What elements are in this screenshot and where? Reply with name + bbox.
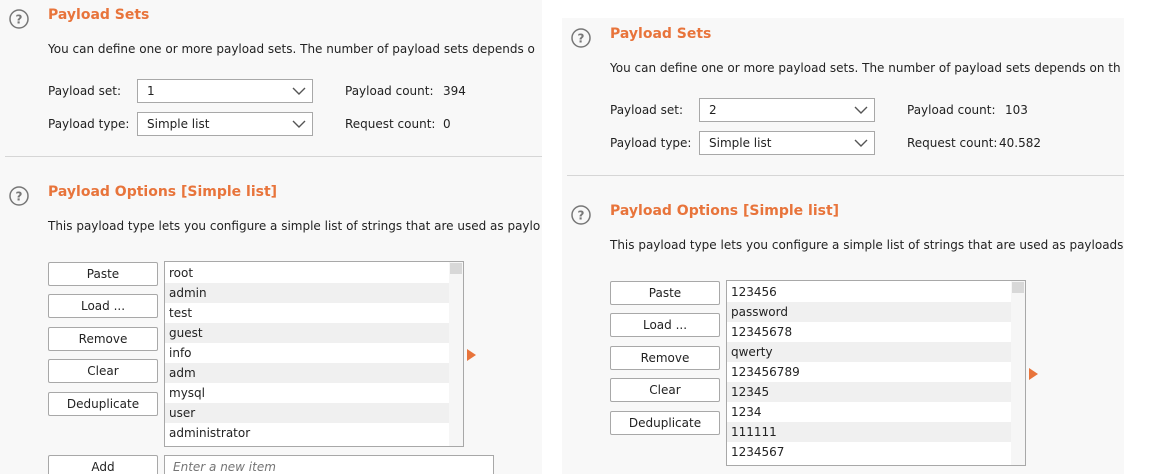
payload-count-value: 394: [443, 84, 466, 98]
payload-list[interactable]: 123456 password 12345678 qwerty 12345678…: [726, 280, 1026, 466]
payload-sets-title: Payload Sets: [610, 26, 712, 42]
left-panel: ? Payload Sets You can define one or mor…: [0, 0, 542, 474]
payload-set-label: Payload set:: [610, 103, 683, 117]
payload-type-value: Simple list: [709, 136, 772, 150]
payload-sets-description: You can define one or more payload sets.…: [610, 61, 1121, 75]
scrollbar-thumb[interactable]: [450, 263, 462, 274]
list-item[interactable]: password: [727, 302, 1012, 322]
help-icon[interactable]: ?: [571, 28, 591, 48]
list-item[interactable]: admin: [165, 283, 450, 303]
payload-options-title: Payload Options [Simple list]: [48, 184, 278, 200]
list-item[interactable]: 111111: [727, 422, 1012, 442]
arrow-right-icon: [1029, 368, 1038, 380]
svg-text:?: ?: [578, 32, 585, 46]
list-scrollbar[interactable]: [1011, 281, 1025, 465]
list-item[interactable]: info: [165, 343, 450, 363]
load-button[interactable]: Load ...: [610, 313, 720, 337]
list-item[interactable]: 12345: [727, 382, 1012, 402]
payload-type-select[interactable]: Simple list: [137, 112, 313, 136]
payload-type-label: Payload type:: [48, 117, 130, 131]
right-panel: ? Payload Sets You can define one or mor…: [562, 18, 1124, 474]
payload-sets-description: You can define one or more payload sets.…: [48, 42, 535, 56]
add-button[interactable]: Add: [48, 455, 158, 474]
list-item[interactable]: 123456789: [727, 362, 1012, 382]
payload-options-title: Payload Options [Simple list]: [610, 203, 840, 219]
list-item[interactable]: administrator: [165, 423, 450, 443]
list-item[interactable]: guest: [165, 323, 450, 343]
payload-set-value: 2: [709, 103, 717, 117]
clear-button[interactable]: Clear: [610, 378, 720, 402]
payload-count-value: 103: [1005, 103, 1028, 117]
load-button[interactable]: Load ...: [48, 294, 158, 318]
chevron-down-icon: [854, 139, 868, 147]
request-count-label: Request count:: [907, 136, 998, 150]
payload-type-select[interactable]: Simple list: [699, 131, 875, 155]
deduplicate-button[interactable]: Deduplicate: [48, 392, 158, 416]
svg-text:?: ?: [16, 190, 23, 204]
list-item[interactable]: root: [165, 263, 450, 283]
request-count-value: 0: [443, 117, 451, 131]
remove-button[interactable]: Remove: [48, 327, 158, 351]
paste-button[interactable]: Paste: [610, 281, 720, 305]
request-count-value: 40.582: [999, 136, 1041, 150]
request-count-label: Request count:: [345, 117, 436, 131]
chevron-down-icon: [854, 106, 868, 114]
section-divider: [5, 156, 542, 157]
svg-text:?: ?: [16, 13, 23, 27]
chevron-down-icon: [292, 120, 306, 128]
paste-button[interactable]: Paste: [48, 262, 158, 286]
payload-type-value: Simple list: [147, 117, 210, 131]
payload-options-description: This payload type lets you configure a s…: [48, 219, 541, 233]
list-item[interactable]: test: [165, 303, 450, 323]
new-item-input[interactable]: [164, 455, 494, 474]
remove-button[interactable]: Remove: [610, 346, 720, 370]
payload-set-select[interactable]: 2: [699, 98, 875, 122]
payload-list[interactable]: root admin test guest info adm mysql use…: [164, 261, 464, 447]
payload-type-label: Payload type:: [610, 136, 692, 150]
scrollbar-thumb[interactable]: [1012, 282, 1024, 293]
list-item[interactable]: qwerty: [727, 342, 1012, 362]
clear-button[interactable]: Clear: [48, 359, 158, 383]
payload-set-value: 1: [147, 84, 155, 98]
chevron-down-icon: [292, 87, 306, 95]
arrow-right-icon: [467, 349, 476, 361]
svg-text:?: ?: [578, 209, 585, 223]
deduplicate-button[interactable]: Deduplicate: [610, 411, 720, 435]
payload-set-select[interactable]: 1: [137, 79, 313, 103]
payload-sets-title: Payload Sets: [48, 7, 150, 23]
section-divider: [567, 175, 1124, 176]
list-item[interactable]: 1234567: [727, 442, 1012, 462]
help-icon[interactable]: ?: [9, 9, 29, 29]
list-item[interactable]: user: [165, 403, 450, 423]
list-item[interactable]: adm: [165, 363, 450, 383]
list-item[interactable]: 123456: [727, 282, 1012, 302]
list-item[interactable]: mysql: [165, 383, 450, 403]
payload-count-label: Payload count:: [907, 103, 996, 117]
help-icon[interactable]: ?: [9, 186, 29, 206]
help-icon[interactable]: ?: [571, 205, 591, 225]
payload-count-label: Payload count:: [345, 84, 434, 98]
list-scrollbar[interactable]: [449, 262, 463, 446]
payload-set-label: Payload set:: [48, 84, 121, 98]
list-item[interactable]: 1234: [727, 402, 1012, 422]
list-item[interactable]: 12345678: [727, 322, 1012, 342]
payload-options-description: This payload type lets you configure a s…: [610, 238, 1124, 252]
